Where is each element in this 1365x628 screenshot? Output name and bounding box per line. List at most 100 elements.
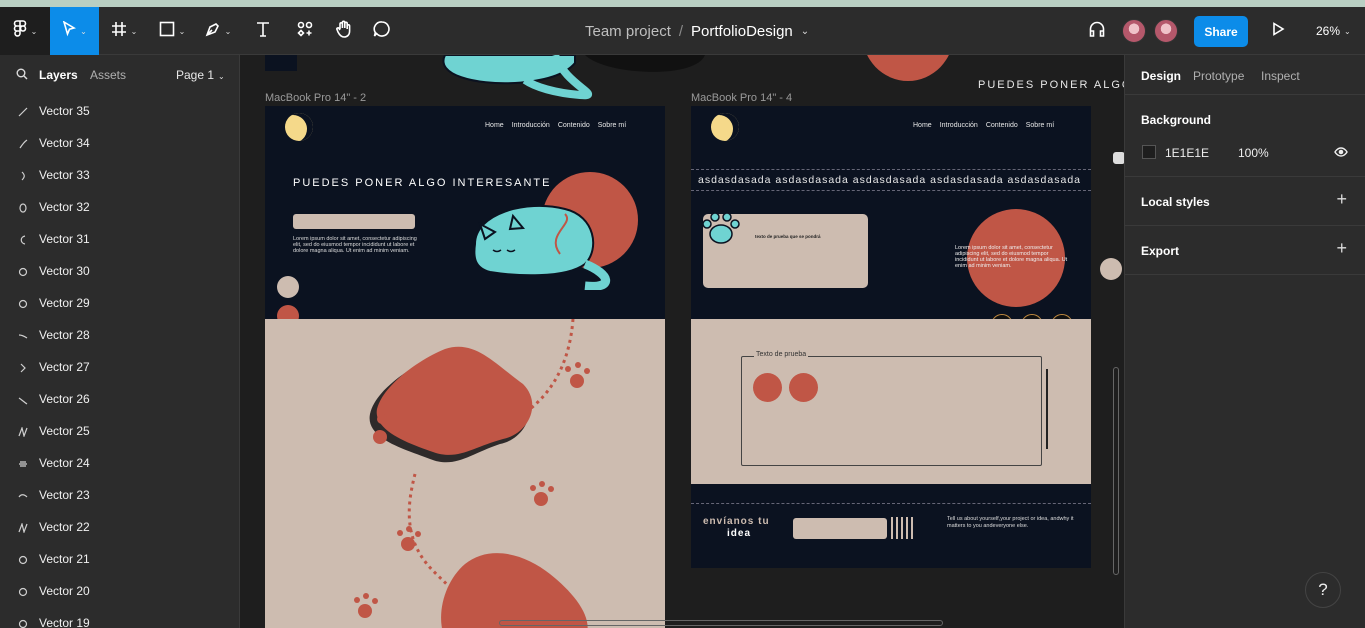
vector-icon	[18, 521, 28, 535]
nav-content[interactable]: Contenido	[558, 122, 590, 129]
local-styles-title: Local styles	[1141, 195, 1210, 209]
help-button[interactable]: ?	[1305, 572, 1341, 608]
frame-macbook-2[interactable]: Home Introducción Contenido Sobre mí PUE…	[265, 106, 665, 628]
horizontal-scrollbar[interactable]	[499, 620, 943, 626]
background-opacity-input[interactable]: 100%	[1238, 146, 1269, 160]
layer-row[interactable]: Vector 23	[0, 479, 239, 511]
cut-headline: PUEDES PONER ALGO I	[978, 79, 1124, 91]
layer-row[interactable]: Vector 25	[0, 415, 239, 447]
layer-row[interactable]: Vector 21	[0, 543, 239, 575]
page-selector[interactable]: Page 1 ⌄	[176, 68, 225, 82]
layer-row[interactable]: Vector 30	[0, 255, 239, 287]
hand-tool-button[interactable]	[330, 7, 358, 55]
tab-inspect[interactable]: Inspect	[1261, 69, 1300, 83]
background-swatch[interactable]	[1142, 145, 1156, 159]
nav-about[interactable]: Sobre mí	[598, 122, 626, 129]
rectangle-icon	[159, 21, 175, 42]
local-styles-section: Local styles +	[1125, 177, 1365, 226]
pen-icon	[205, 21, 221, 42]
text-tool-button[interactable]	[248, 7, 278, 55]
nav-intro[interactable]: Introducción	[512, 122, 550, 129]
present-button[interactable]	[1266, 7, 1290, 55]
layer-row[interactable]: Vector 34	[0, 127, 239, 159]
play-icon	[1271, 21, 1285, 41]
add-style-plus-icon[interactable]: +	[1336, 189, 1347, 210]
paw-icon	[702, 212, 740, 244]
vector-icon	[18, 234, 28, 245]
layer-row[interactable]: Vector 24	[0, 447, 239, 479]
moon-logo	[711, 113, 739, 141]
page-label: Page 1	[176, 68, 215, 82]
breadcrumb-team[interactable]: Team project	[585, 23, 671, 40]
layer-row[interactable]: Vector 33	[0, 159, 239, 191]
avatar[interactable]	[1154, 19, 1178, 43]
layer-row[interactable]: Vector 22	[0, 511, 239, 543]
cursor-icon	[62, 19, 77, 42]
frame-a-nav: Home Introducción Contenido Sobre mí	[485, 122, 626, 129]
layer-row[interactable]: Vector 31	[0, 223, 239, 255]
social-link[interactable]	[277, 276, 299, 298]
comment-tool-button[interactable]	[368, 7, 396, 55]
layer-name: Vector 31	[39, 232, 90, 246]
move-tool-button[interactable]: ⌄	[50, 7, 99, 55]
vector-icon	[18, 554, 28, 565]
nav-about[interactable]: Sobre mí	[1026, 122, 1054, 129]
visibility-eye-icon[interactable]	[1334, 146, 1348, 161]
layer-list: Vector 35 Vector 34 Vector 33 Vector 32 Vect…	[0, 95, 239, 628]
card-title: texto de prueba que se pondrá	[755, 234, 821, 239]
layer-row[interactable]: Vector 29	[0, 287, 239, 319]
resources-button[interactable]	[290, 7, 320, 55]
layer-row[interactable]: Vector 35	[0, 95, 239, 127]
frame-tool-button[interactable]: ⌄	[104, 7, 144, 55]
nav-home[interactable]: Home	[485, 122, 504, 129]
search-icon[interactable]	[16, 68, 28, 83]
cut-frame-edge	[265, 55, 297, 71]
layer-row[interactable]: Vector 19	[0, 607, 239, 628]
layer-row[interactable]: Vector 28	[0, 319, 239, 351]
background-hex-input[interactable]: 1E1E1E	[1165, 146, 1209, 160]
nav-home[interactable]: Home	[913, 122, 932, 129]
nav-intro[interactable]: Introducción	[940, 122, 978, 129]
add-export-plus-icon[interactable]: +	[1336, 238, 1347, 259]
audio-button[interactable]	[1085, 7, 1109, 55]
layer-name: Vector 30	[39, 264, 90, 278]
frame-a-body: Lorem ipsum dolor sit amet, consectetur …	[293, 236, 417, 254]
chevron-down-icon[interactable]: ⌄	[801, 26, 809, 37]
shape-tool-button[interactable]: ⌄	[152, 7, 192, 55]
file-name[interactable]: PortfolioDesign	[691, 23, 793, 40]
chevron-down-icon: ⌄	[30, 26, 38, 36]
test-box: Texto de prueba	[741, 351, 1042, 466]
paw-blob-illustration	[354, 318, 590, 628]
nav-content[interactable]: Contenido	[986, 122, 1018, 129]
chevron-down-icon: ⌄	[1344, 26, 1351, 36]
vertical-scrollbar[interactable]	[1113, 367, 1119, 575]
background-title: Background	[1141, 113, 1212, 127]
tab-prototype[interactable]: Prototype	[1193, 69, 1244, 83]
frame-a-label[interactable]: MacBook Pro 14" - 2	[265, 92, 366, 104]
main-menu-button[interactable]: ⌄	[0, 7, 50, 55]
frame-icon	[111, 21, 127, 42]
share-button[interactable]: Share	[1194, 16, 1248, 47]
coral-circle-top	[862, 55, 954, 81]
vector-icon	[18, 330, 28, 340]
layer-name: Vector 20	[39, 584, 90, 598]
pen-tool-button[interactable]: ⌄	[198, 7, 238, 55]
frame-macbook-4[interactable]: Home Introducción Contenido Sobre mí asd…	[691, 106, 1091, 568]
coral-dot	[753, 373, 782, 402]
tab-assets[interactable]: Assets	[90, 68, 126, 82]
layer-row[interactable]: Vector 32	[0, 191, 239, 223]
frame-b-label[interactable]: MacBook Pro 14" - 4	[691, 92, 792, 104]
layer-row[interactable]: Vector 26	[0, 383, 239, 415]
chevron-down-icon: ⌄	[80, 26, 87, 36]
layer-row[interactable]: Vector 27	[0, 351, 239, 383]
tab-design[interactable]: Design	[1141, 69, 1181, 83]
layer-row[interactable]: Vector 20	[0, 575, 239, 607]
layer-name: Vector 33	[39, 168, 90, 182]
breadcrumb: Team project / PortfolioDesign ⌄	[585, 7, 809, 55]
tab-layers[interactable]: Layers	[39, 68, 78, 82]
zoom-menu[interactable]: 26% ⌄	[1316, 7, 1351, 55]
canvas[interactable]: PUEDES PONER ALGO I MacBook Pro 14" - 2 …	[240, 55, 1124, 628]
chevron-down-icon: ⌄	[178, 26, 186, 36]
layer-name: Vector 25	[39, 424, 90, 438]
avatar[interactable]	[1122, 19, 1146, 43]
